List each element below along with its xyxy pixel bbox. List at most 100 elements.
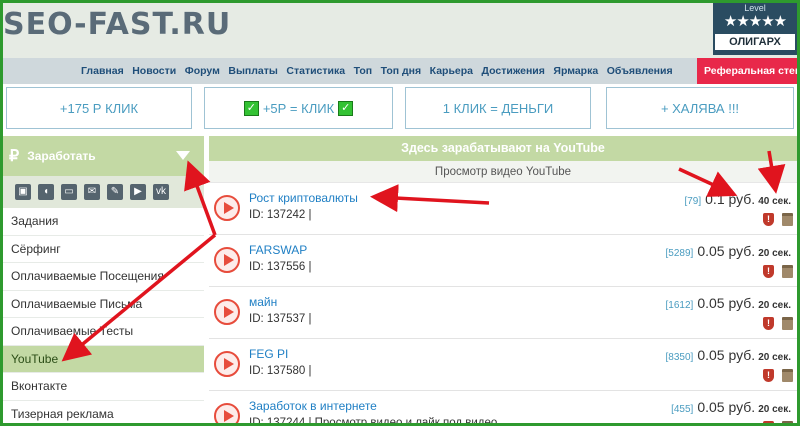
nav-item-referral-wall[interactable]: Реферальная стена: [697, 58, 797, 84]
promo-bar: +175 Р КЛИК ✓ +5Р = КЛИК ✓ 1 КЛИК = ДЕНЬ…: [3, 87, 797, 131]
task-row: Заработок в интернете ID: 137244 | Просм…: [209, 391, 797, 426]
task-reward: [455] 0.05 руб. 20 сек.: [671, 399, 791, 415]
task-reward: [8350] 0.05 руб. 20 сек.: [666, 347, 791, 363]
play-icon[interactable]: [214, 403, 240, 423]
screenshot-frame: SEO-FAST.RU Level ★★★★★ ОЛИГАРХ Главная …: [0, 0, 800, 426]
nav-item-achievements[interactable]: Достижения: [482, 65, 545, 77]
promo-label: +5Р = КЛИК: [262, 100, 335, 116]
sidebar-item-paid-tests[interactable]: Оплачиваемые Тесты: [3, 318, 204, 346]
sidebar-item-tasks[interactable]: Задания: [3, 208, 204, 236]
chevron-down-icon[interactable]: [176, 151, 190, 160]
trash-icon[interactable]: [782, 213, 793, 226]
trash-icon[interactable]: [782, 421, 793, 423]
task-row: FARSWAP ID: 137556 | [5289] 0.05 руб. 20…: [209, 235, 797, 287]
nav-item-home[interactable]: Главная: [81, 65, 124, 77]
report-shield-icon[interactable]: !: [763, 265, 774, 278]
monitor-icon[interactable]: ▭: [61, 184, 77, 200]
task-actions: !: [763, 317, 793, 330]
task-amount: 0.05 руб.: [697, 295, 756, 311]
task-title-link[interactable]: Рост криптовалюты: [249, 191, 358, 205]
task-actions: !: [763, 421, 793, 423]
rank-stars-icon: ★★★★★: [723, 13, 787, 30]
promo-button[interactable]: 1 КЛИК = ДЕНЬГИ: [405, 87, 591, 129]
report-shield-icon[interactable]: !: [763, 369, 774, 382]
task-views-count[interactable]: [79]: [684, 196, 701, 207]
promo-label: + ХАЛЯВА !!!: [660, 100, 740, 116]
checkmark-icon: ✓: [243, 100, 259, 116]
sidebar-item-youtube[interactable]: YouTube: [3, 345, 204, 373]
task-title-link[interactable]: Заработок в интернете: [249, 399, 377, 413]
trash-icon[interactable]: [782, 317, 793, 330]
user-rank-badge[interactable]: Level ★★★★★ ОЛИГАРХ: [713, 3, 797, 55]
promo-button[interactable]: +175 Р КЛИК: [6, 87, 192, 129]
play-icon[interactable]: [214, 351, 240, 377]
rank-label: Level: [744, 3, 766, 13]
task-views-count[interactable]: [8350]: [666, 352, 694, 363]
nav-item-forum[interactable]: Форум: [185, 65, 220, 77]
report-shield-icon[interactable]: !: [763, 317, 774, 330]
task-reward: [1612] 0.05 руб. 20 сек.: [666, 295, 791, 311]
report-shield-icon[interactable]: !: [763, 213, 774, 226]
task-amount: 0.05 руб.: [697, 347, 756, 363]
sidebar-item-teaser-ads[interactable]: Тизерная реклама: [3, 401, 204, 424]
task-title-link[interactable]: майн: [249, 295, 277, 309]
play-icon[interactable]: [214, 247, 240, 273]
promo-button[interactable]: ✓ +5Р = КЛИК ✓: [204, 87, 393, 129]
promo-button[interactable]: + ХАЛЯВА !!!: [606, 87, 794, 129]
briefcase-icon[interactable]: ▣: [15, 184, 31, 200]
task-duration: 20 сек.: [758, 248, 791, 259]
sidebar-item-paid-letters[interactable]: Оплачиваемые Письма: [3, 291, 204, 318]
promo-label: +175 Р КЛИК: [59, 100, 139, 116]
task-row: майн ID: 137537 | [1612] 0.05 руб. 20 се…: [209, 287, 797, 339]
task-actions: !: [763, 213, 793, 226]
sidebar-item-vkontakte[interactable]: Вконтакте: [3, 373, 204, 401]
section-subtitle: Просмотр видео YouTube: [209, 161, 797, 183]
nav-item-payouts[interactable]: Выплаты: [228, 65, 278, 77]
task-views-count[interactable]: [455]: [671, 404, 693, 415]
task-id: ID: 137580 |: [249, 365, 312, 377]
rank-name: ОЛИГАРХ: [715, 34, 795, 50]
task-id: ID: 137556 |: [249, 261, 312, 273]
task-amount: 0.05 руб.: [697, 399, 756, 415]
nav-item-ads[interactable]: Объявления: [607, 65, 673, 77]
task-duration: 20 сек.: [758, 300, 791, 311]
play-icon[interactable]: [214, 195, 240, 221]
task-id: ID: 137537 |: [249, 313, 312, 325]
nav-item-top-day[interactable]: Топ дня: [381, 65, 422, 77]
play-icon[interactable]: ▶: [130, 184, 146, 200]
test-icon[interactable]: ✎: [107, 184, 123, 200]
task-duration: 40 сек.: [758, 196, 791, 207]
task-row: Рост криптовалюты ID: 137242 | [79] 0.1 …: [209, 183, 797, 235]
trash-icon[interactable]: [782, 369, 793, 382]
task-title-link[interactable]: FEG PI: [249, 347, 288, 361]
sidebar-item-surfing[interactable]: Сёрфинг: [3, 236, 204, 263]
section-title: Здесь зарабатывают на YouTube: [209, 136, 797, 161]
nav-item-news[interactable]: Новости: [132, 65, 176, 77]
mail-icon[interactable]: ✉: [84, 184, 100, 200]
sidebar: ₽ Заработать ▣ ◖ ▭ ✉ ✎ ▶ vk Задания Сёрф…: [3, 136, 204, 424]
site-header: SEO-FAST.RU Level ★★★★★ ОЛИГАРХ: [3, 3, 797, 58]
play-icon[interactable]: [214, 299, 240, 325]
report-shield-icon[interactable]: !: [763, 421, 774, 423]
trash-icon[interactable]: [782, 265, 793, 278]
task-id: ID: 137244 | Просмотр видео и лайк под в…: [249, 417, 498, 426]
task-row: FEG PI ID: 137580 | [8350] 0.05 руб. 20 …: [209, 339, 797, 391]
task-duration: 20 сек.: [758, 352, 791, 363]
earn-menu-toggle[interactable]: ₽ Заработать: [3, 136, 204, 176]
site-logo[interactable]: SEO-FAST.RU: [3, 7, 231, 42]
task-views-count[interactable]: [5289]: [666, 248, 694, 259]
task-amount: 0.1 руб.: [705, 191, 756, 207]
nav-item-top[interactable]: Топ: [354, 65, 373, 77]
main-content: Здесь зарабатывают на YouTube Просмотр в…: [209, 136, 797, 426]
nav-item-fair[interactable]: Ярмарка: [553, 65, 598, 77]
task-views-count[interactable]: [1612]: [666, 300, 694, 311]
nav-item-statistics[interactable]: Статистика: [286, 65, 345, 77]
vk-icon[interactable]: vk: [153, 184, 169, 200]
sidebar-item-paid-visits[interactable]: Оплачиваемые Посещения: [3, 263, 204, 291]
nav-item-career[interactable]: Карьера: [430, 65, 473, 77]
earn-menu-label: Заработать: [27, 149, 96, 163]
mouse-icon[interactable]: ◖: [38, 184, 54, 200]
task-title-link[interactable]: FARSWAP: [249, 243, 307, 257]
earn-category-icons: ▣ ◖ ▭ ✉ ✎ ▶ vk: [3, 176, 204, 208]
task-reward: [79] 0.1 руб. 40 сек.: [684, 191, 791, 207]
